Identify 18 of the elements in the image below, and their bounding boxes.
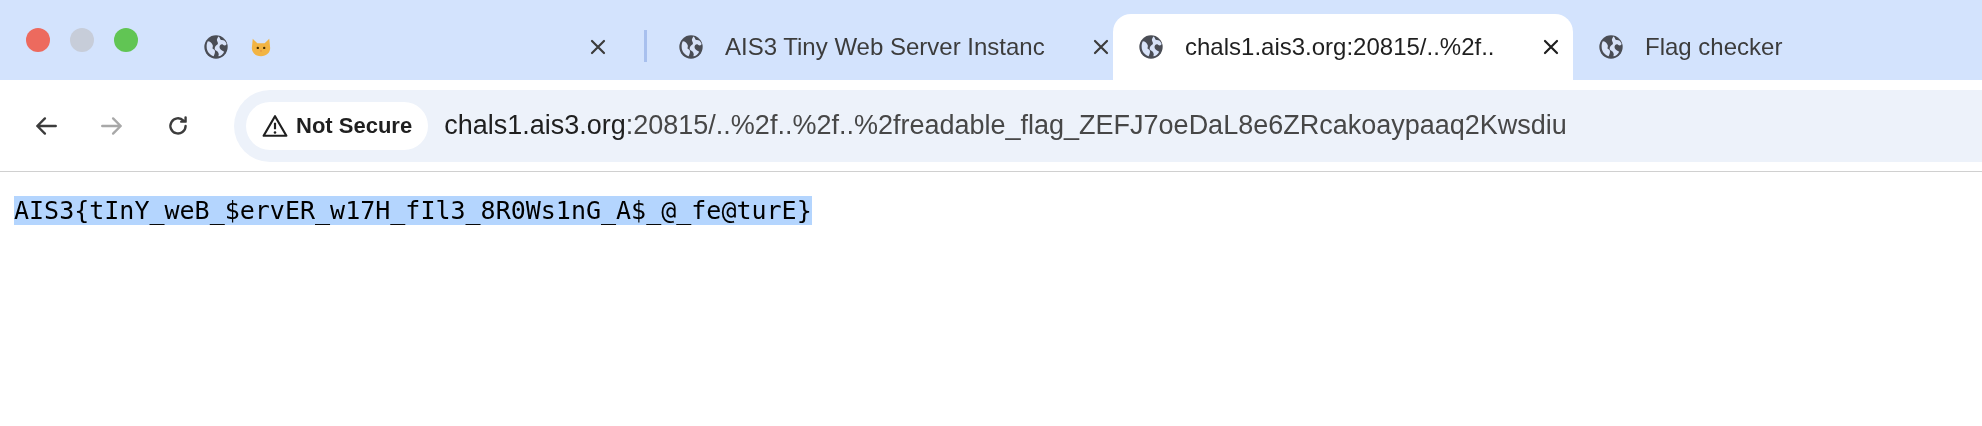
globe-icon — [677, 33, 705, 61]
page-text: AIS3{tInY_weB_$ervER_w17H_fIl3_8R0Ws1nG_A$_@_fe@turE} — [14, 196, 812, 225]
globe-icon — [1137, 33, 1165, 61]
security-chip[interactable]: Not Secure — [246, 101, 429, 150]
url-text: chals1.ais3.org:20815/..%2f..%2f..%2freadable_flag_ZEFJ7oeDaL8e6ZRcakoaypaaq2Kwsdiu — [444, 109, 1567, 143]
address-bar[interactable]: Not Secure chals1.ais3.org:20815/..%2f..%2f..%2freadable_flag_ZEFJ7oeDaL8e6ZRcakoaypaaq2Kwsdiu — [234, 89, 1982, 162]
close-icon — [1541, 38, 1560, 56]
tab-title: Flag checker — [1645, 32, 1783, 62]
globe-icon — [1597, 33, 1625, 61]
close-icon — [1091, 38, 1110, 56]
close-icon — [589, 38, 607, 56]
browser-tab[interactable]: chals1.ais3.org:20815/..%2f.. — [1113, 14, 1573, 80]
tab-title: AIS3 Tiny Web Server Instanc — [725, 32, 1045, 62]
browser-tab[interactable]: Flag checker — [1573, 14, 1982, 80]
cat-face-icon — [250, 36, 272, 58]
warning-icon — [262, 113, 288, 138]
tab-title: chals1.ais3.org:20815/..%2f.. — [1185, 32, 1495, 62]
globe-icon — [202, 33, 230, 61]
